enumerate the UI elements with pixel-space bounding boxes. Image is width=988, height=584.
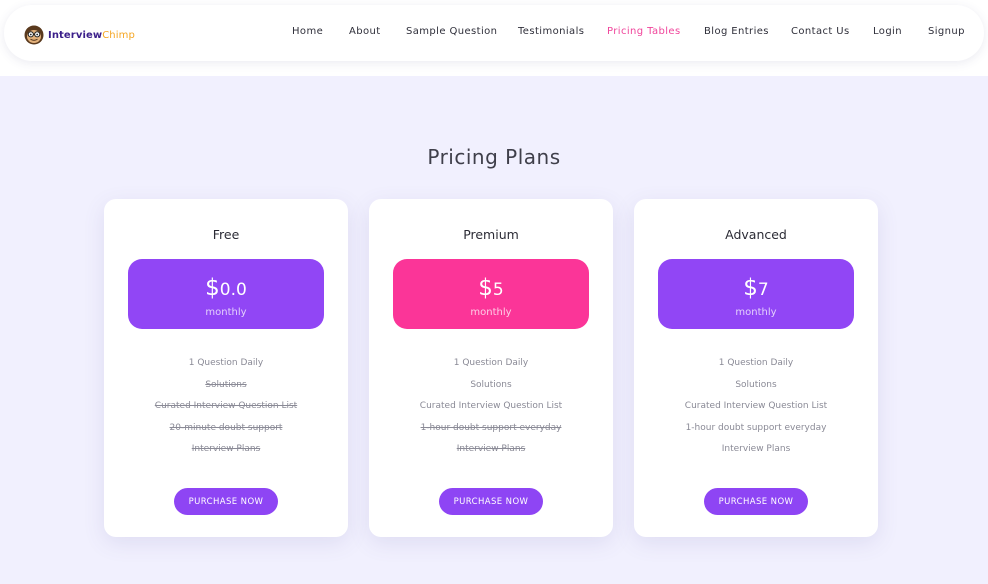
purchase-button-advanced[interactable]: PURCHASE NOW [704,488,808,515]
feature-list: 1 Question Daily Solutions Curated Inter… [634,358,878,466]
feature-item: Curated Interview Question List [684,401,828,412]
feature-item: 20-minute doubt support [169,422,283,433]
price-box: $5 monthly [393,259,589,329]
page-title: Pricing Plans [427,145,561,169]
chimp-face-icon [24,25,44,45]
purchase-button-free[interactable]: PURCHASE NOW [174,488,278,515]
logo-text: InterviewChimp [48,30,135,41]
feature-item: Curated Interview Question List [419,401,563,412]
billing-period: monthly [470,307,512,318]
feature-item: Solutions [735,379,777,390]
feature-item: Curated Interview Question List [154,401,298,412]
pricing-card-free: Free $0.0 monthly 1 Question Daily Solut… [104,199,348,537]
nav-contact-us[interactable]: Contact Us [791,26,850,37]
plan-name: Free [212,227,240,242]
logo-text-part2: Chimp [102,29,135,41]
nav-blog-entries[interactable]: Blog Entries [704,26,769,37]
feature-item: Solutions [205,379,247,390]
billing-period: monthly [205,307,247,318]
plan-name: Premium [463,227,519,242]
price: $0.0 [128,275,324,303]
currency-symbol: $ [478,275,493,301]
nav-testimonials[interactable]: Testimonials [518,26,584,37]
price-value: 7 [757,280,769,300]
nav-login[interactable]: Login [873,26,902,37]
feature-item: 1 Question Daily [453,358,529,368]
nav-about[interactable]: About [349,26,381,37]
price: $7 [658,275,854,303]
price-box: $0.0 monthly [128,259,324,329]
currency-symbol: $ [743,275,758,301]
feature-item: Interview Plans [191,444,261,455]
price-box: $7 monthly [658,259,854,329]
feature-list: 1 Question Daily Solutions Curated Inter… [104,358,348,466]
pricing-card-advanced: Advanced $7 monthly 1 Question Daily Sol… [634,199,878,537]
feature-item: 1 Question Daily [718,358,794,368]
pricing-card-premium: Premium $5 monthly 1 Question Daily Solu… [369,199,613,537]
feature-item: 1 Question Daily [188,358,264,368]
feature-item: 1-hour doubt support everyday [420,422,562,433]
feature-item: Solutions [470,379,512,390]
feature-item: Interview Plans [721,444,791,455]
price: $5 [393,275,589,303]
logo[interactable]: InterviewChimp [24,25,135,45]
logo-text-part1: Interview [48,29,103,41]
currency-symbol: $ [205,275,220,301]
billing-period: monthly [735,307,777,318]
plan-name: Advanced [725,227,787,242]
feature-list: 1 Question Daily Solutions Curated Inter… [369,358,613,466]
nav-pricing-tables[interactable]: Pricing Tables [607,26,681,37]
navbar: InterviewChimp Home About Sample Questio… [4,5,984,61]
price-value: 0.0 [219,280,247,300]
price-value: 5 [492,280,504,300]
feature-item: 1-hour doubt support everyday [685,422,827,433]
feature-item: Interview Plans [456,444,526,455]
purchase-button-premium[interactable]: PURCHASE NOW [439,488,543,515]
nav-sample-question[interactable]: Sample Question [406,26,497,37]
nav-home[interactable]: Home [292,26,323,37]
nav-signup[interactable]: Signup [928,26,965,37]
